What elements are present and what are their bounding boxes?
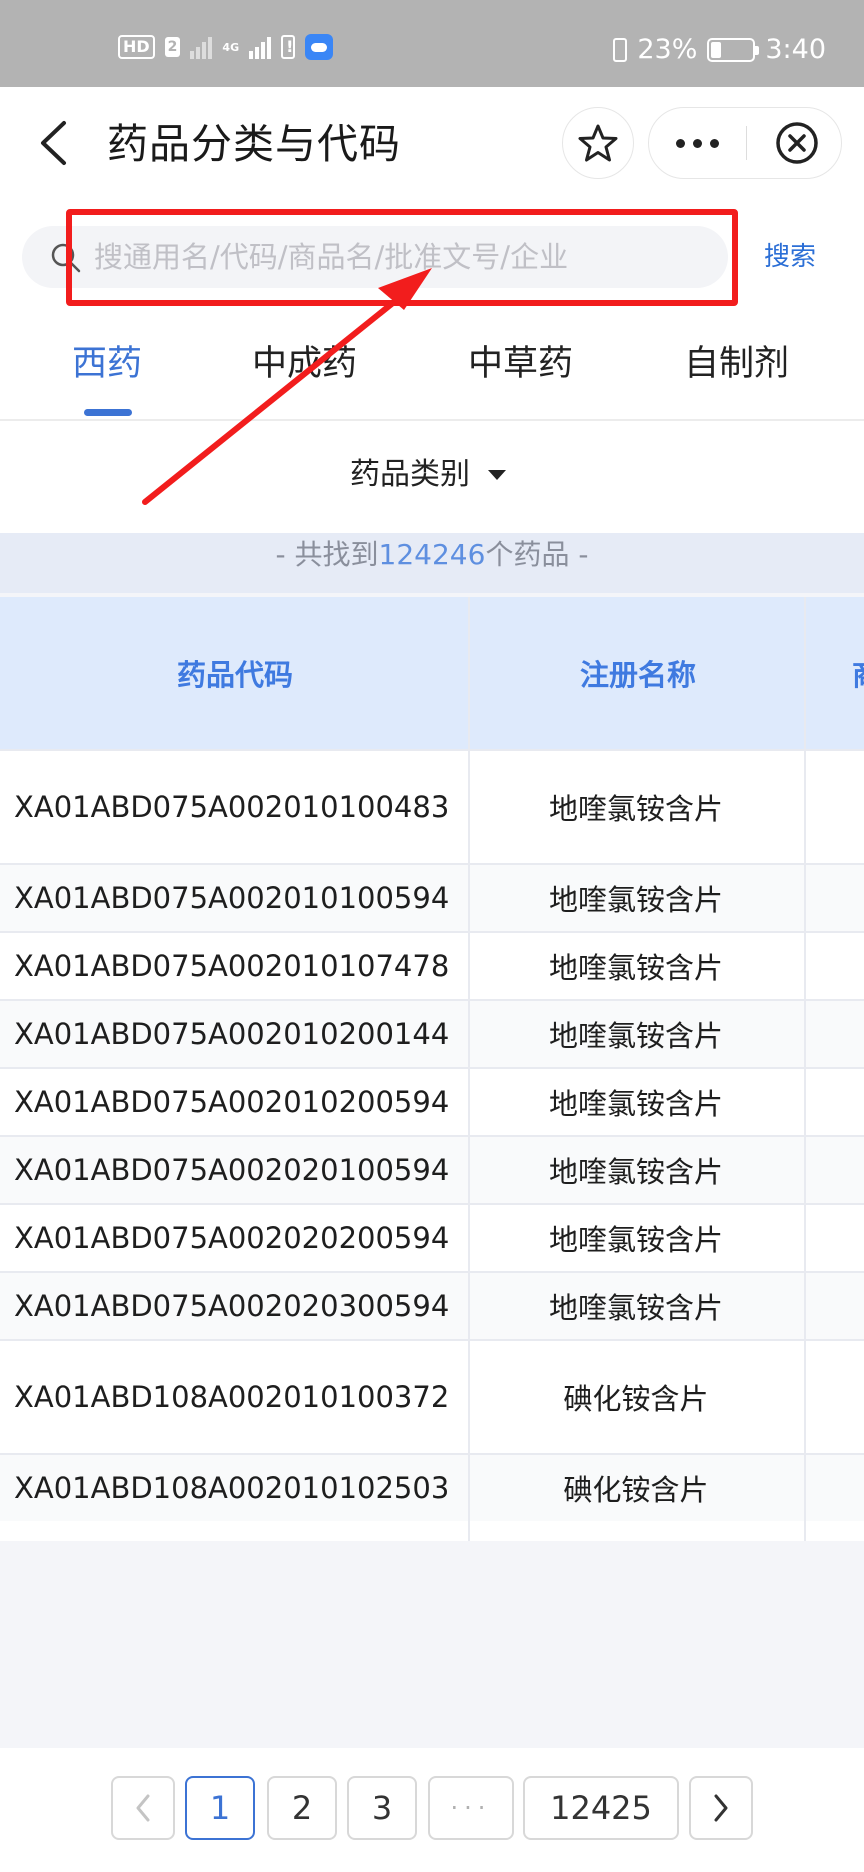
page-2-button[interactable]: 2 (267, 1776, 337, 1840)
column-header-name: 注册名称 (579, 658, 696, 692)
drug-code-cell: XA01ABD075A002010100483 (14, 790, 450, 824)
search-box[interactable] (22, 226, 728, 288)
next-page-button[interactable] (689, 1776, 753, 1840)
hd-badge: HD (118, 35, 155, 59)
network-type: 4G (222, 40, 240, 54)
table-row[interactable]: XA01ABD075A002020100594 地喹氯铵含片 (0, 1135, 864, 1203)
drug-name-cell: 地喹氯铵含片 (548, 1291, 723, 1325)
chevron-left-icon (136, 1794, 150, 1822)
sim-badge: 2 (164, 37, 181, 57)
result-count: - 共找到124246个药品 - (0, 533, 864, 593)
prev-page-button[interactable] (111, 1776, 175, 1840)
table-row[interactable]: XA01ABD075A002020200594 地喹氯铵含片 (0, 1203, 864, 1271)
search-input[interactable] (94, 226, 714, 288)
drug-code-cell: XA01ABD075A002020300594 (14, 1289, 450, 1323)
search-button[interactable]: 搜索 (764, 240, 816, 274)
capsule-divider (746, 126, 747, 160)
tab-chinese-patent-medicine[interactable]: 中成药 (252, 341, 357, 387)
more-dots-icon (675, 138, 685, 148)
tab-indicator (84, 409, 132, 416)
drug-name-cell: 地喹氯铵含片 (548, 951, 723, 985)
drug-name-cell: 碘化铵含片 (563, 1382, 709, 1416)
column-divider (804, 597, 806, 1541)
category-filter-label: 药品类别 (350, 457, 470, 492)
table-row[interactable]: XA01ABD108A002010100372 碘化铵含片 (0, 1339, 864, 1453)
category-tabs: 西药 中成药 中草药 自制剂 (0, 311, 864, 421)
drug-code-cell: XA01ABD108A002010102503 (14, 1471, 450, 1505)
more-dot (692, 138, 702, 148)
drug-name-cell: 地喹氯铵含片 (548, 1223, 723, 1257)
chevron-right-icon (714, 1794, 728, 1822)
result-count-suffix: 个药品 - (485, 538, 589, 571)
drug-name-cell: 地喹氯铵含片 (548, 792, 723, 826)
tab-chinese-herbal-medicine[interactable]: 中草药 (468, 341, 573, 387)
chevron-left-icon (41, 121, 66, 165)
result-count-number: 124246 (378, 538, 486, 571)
table-body: XA01ABD075A002010100483 地喹氯铵含片 XA01ABD075A… (0, 749, 864, 1521)
drug-code-cell: XA01ABD075A002020100594 (14, 1153, 450, 1187)
signal-icon-sim2 (249, 35, 272, 59)
battery-icon (707, 37, 760, 62)
battery-percent: 23% (637, 34, 698, 65)
vibrate-icon (613, 37, 628, 62)
clock: 3:40 (765, 34, 826, 65)
drug-code-cell: XA01ABD075A002020200594 (14, 1221, 450, 1255)
star-icon (578, 124, 618, 162)
table-row[interactable]: XA01ABD075A002010200594 地喹氯铵含片 (0, 1067, 864, 1135)
last-page-button[interactable]: 12425 (523, 1776, 679, 1840)
tab-western-medicine[interactable]: 西药 (72, 341, 142, 387)
table-row[interactable]: XA01ABD075A002010107478 地喹氯铵含片 (0, 931, 864, 999)
column-header-trade-name: 商 (806, 597, 864, 749)
page-title: 药品分类与代码 (107, 120, 401, 168)
drug-code-cell: XA01ABD075A002010107478 (14, 949, 450, 983)
page-3-button[interactable]: 3 (347, 1776, 417, 1840)
drug-code-cell: XA01ABD075A002010200594 (14, 1085, 450, 1119)
table-row[interactable]: XA01ABD075A002010100594 地喹氯铵含片 (0, 863, 864, 931)
more-dot (709, 138, 719, 148)
caret-down-icon (488, 470, 506, 480)
favorite-button[interactable] (562, 107, 634, 179)
close-button[interactable] (757, 108, 837, 178)
drug-name-cell: 地喹氯铵含片 (548, 1087, 723, 1121)
result-count-prefix: - 共找到 (275, 538, 379, 571)
drug-code-cell: XA01ABD075A002010200144 (14, 1017, 450, 1051)
back-button[interactable] (28, 115, 78, 171)
drug-name-cell: 地喹氯铵含片 (548, 883, 723, 917)
table-row[interactable]: XA01ABD075A002010100483 地喹氯铵含片 (0, 749, 864, 863)
drug-code-cell: XA01ABD108A002010100372 (14, 1380, 450, 1414)
cloud-icon (305, 34, 334, 60)
table-header: 药品代码 注册名称 商 (0, 597, 864, 749)
status-right: 23% 3:40 (613, 34, 826, 65)
search-icon (51, 243, 81, 273)
column-divider (468, 597, 470, 1541)
drug-name-cell: 地喹氯铵含片 (548, 1019, 723, 1053)
status-bar: HD 2 4G 23% 3:40 (0, 0, 864, 87)
close-circle-icon (776, 122, 818, 164)
more-button[interactable] (649, 108, 745, 178)
column-header-code: 药品代码 (176, 658, 293, 692)
drug-name-cell: 地喹氯铵含片 (548, 1155, 723, 1189)
table-row[interactable]: XA01ABD075A002010200144 地喹氯铵含片 (0, 999, 864, 1067)
search-row: 搜索 (0, 199, 864, 311)
category-filter-dropdown[interactable]: 药品类别 (350, 455, 506, 495)
page-1-button[interactable]: 1 (185, 1776, 255, 1840)
drug-table: 药品代码 注册名称 商 XA01ABD075A002010100483 地喹氯铵含… (0, 597, 864, 1541)
drug-name-cell: 碘化铵含片 (563, 1473, 709, 1507)
app-header: 药品分类与代码 (0, 87, 864, 199)
signal-icon-sim1 (190, 35, 213, 59)
battery-alert-icon (281, 35, 296, 59)
page-ellipsis: ··· (428, 1776, 514, 1840)
table-row[interactable]: XA01ABD075A002020300594 地喹氯铵含片 (0, 1271, 864, 1339)
table-row[interactable]: XA01ABD108A002010102503 碘化铵含片 (0, 1453, 864, 1521)
tab-in-house-preparation[interactable]: 自制剂 (684, 341, 789, 387)
status-left: HD 2 4G (118, 34, 334, 60)
drug-code-cell: XA01ABD075A002010100594 (14, 881, 450, 915)
filter-bar: 药品类别 (0, 421, 864, 533)
capsule-menu (648, 107, 842, 179)
